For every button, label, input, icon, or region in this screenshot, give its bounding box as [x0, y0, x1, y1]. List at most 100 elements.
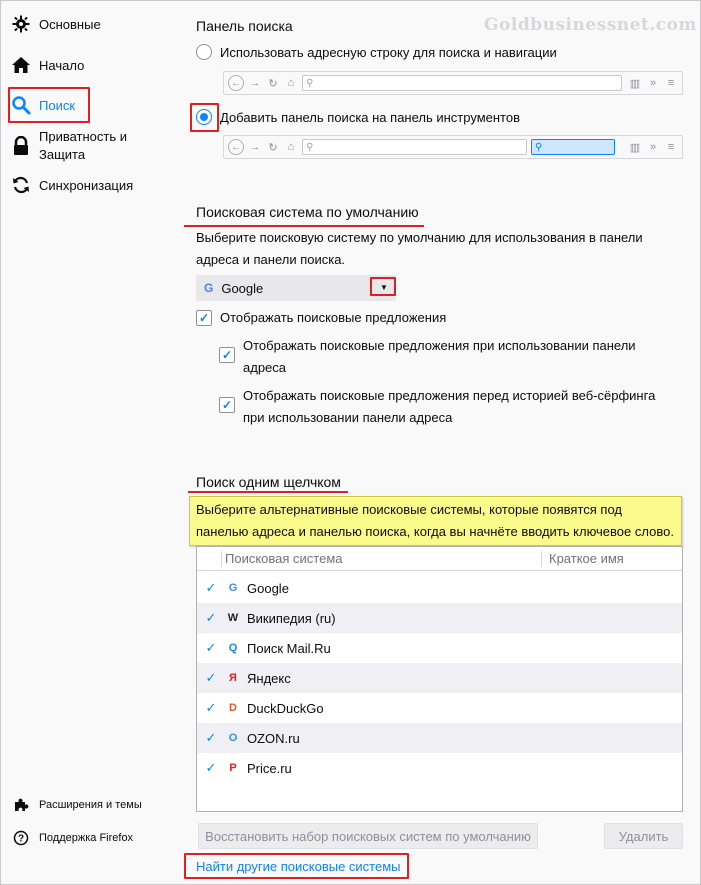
sidebar-item-addons[interactable]: Расширения и темы: [11, 795, 142, 815]
yandex-icon: Я: [229, 672, 237, 684]
reload-icon: ↻: [268, 77, 278, 90]
google-icon: G: [204, 281, 214, 295]
sidebar-item-label: Начало: [39, 57, 85, 73]
radio-option-urlbar[interactable]: Использовать адресную строку для поиска …: [196, 44, 557, 60]
section-title-default-engine: Поисковая система по умолчанию: [196, 204, 419, 220]
engine-name: DuckDuckGo: [247, 700, 324, 716]
radio-label: Использовать адресную строку для поиска …: [220, 44, 557, 60]
section-title-search-bar: Панель поиска: [196, 18, 293, 34]
price-icon: P: [229, 762, 237, 774]
checkbox-suggest-in-urlbar[interactable]: ✓ Отображать поисковые предложения при и…: [219, 335, 659, 379]
sidebar-item-home[interactable]: Начало: [11, 55, 84, 75]
table-row[interactable]: ✓ P Price.ru: [197, 753, 682, 783]
find-more-engines-link[interactable]: Найти другие поисковые системы: [196, 859, 401, 874]
duckduckgo-icon: D: [229, 702, 237, 714]
engine-name: OZON.ru: [247, 730, 300, 746]
sidebar-item-label: Приватность и Защита: [39, 129, 128, 162]
checkmark-icon[interactable]: ✓: [201, 610, 221, 626]
sidebar-item-privacy[interactable]: Приватность и Защита: [11, 128, 149, 164]
urlbar-preview: ⚲: [302, 75, 622, 91]
radio-button-selected[interactable]: [196, 109, 212, 125]
sidebar-item-general[interactable]: Основные: [11, 14, 101, 34]
sidebar-item-support[interactable]: ? Поддержка Firefox: [11, 828, 133, 848]
lock-icon: [11, 136, 31, 156]
checkbox-label: Отображать поисковые предложения перед и…: [243, 388, 656, 425]
sync-icon: [11, 175, 31, 195]
column-header-engine[interactable]: Поисковая система: [225, 551, 541, 566]
checkmark-icon[interactable]: ✓: [201, 580, 221, 596]
sidebar-item-label: Основные: [39, 16, 101, 32]
engine-name: Price.ru: [247, 760, 292, 776]
radio-label: Добавить панель поиска на панель инструм…: [220, 109, 520, 125]
table-row[interactable]: ✓ Q Поиск Mail.Ru: [197, 633, 682, 663]
forward-icon: →: [249, 141, 261, 153]
engine-name: Поиск Mail.Ru: [247, 640, 331, 656]
one-click-engines-table: Поисковая система Краткое имя ✓ G Google ✓ W…: [196, 546, 683, 812]
checkmark-icon[interactable]: ✓: [201, 730, 221, 746]
sidebar-item-sync[interactable]: Синхронизация: [11, 175, 133, 195]
engine-name: Википедия (ru): [247, 610, 336, 626]
overflow-icon: »: [649, 141, 657, 153]
checkbox-checked[interactable]: ✓: [219, 347, 235, 363]
sidebar: Основные Начало Поиск Приватность и Защи…: [1, 1, 179, 885]
watermark: Goldbusinessnet.com: [484, 15, 697, 35]
checkmark-icon[interactable]: ✓: [201, 670, 221, 686]
annotation-underline: [188, 491, 348, 493]
checkbox-checked[interactable]: ✓: [196, 310, 212, 326]
reader-icon: ▥: [629, 77, 641, 90]
search-icon: ⚲: [535, 141, 543, 153]
checkbox-show-suggestions[interactable]: ✓ Отображать поисковые предложения: [196, 307, 446, 329]
checkbox-suggest-before-history[interactable]: ✓ Отображать поисковые предложения перед…: [219, 385, 669, 429]
restore-defaults-button[interactable]: Восстановить набор поисковых систем по у…: [198, 823, 538, 849]
chevron-down-icon[interactable]: ▼: [376, 280, 392, 294]
overflow-icon: »: [649, 77, 657, 89]
back-icon: ←: [228, 139, 244, 155]
sidebar-item-label: Расширения и темы: [39, 799, 142, 811]
selected-engine-label: Google: [221, 280, 264, 296]
search-icon: ⚲: [306, 141, 314, 153]
wikipedia-icon: W: [227, 612, 239, 624]
engine-name: Google: [247, 580, 289, 596]
checkbox-label: Отображать поисковые предложения: [220, 310, 447, 325]
table-row[interactable]: ✓ W Википедия (ru): [197, 603, 682, 633]
checkbox-checked[interactable]: ✓: [219, 397, 235, 413]
remove-button[interactable]: Удалить: [604, 823, 683, 849]
table-row[interactable]: ✓ O OZON.ru: [197, 723, 682, 753]
checkmark-icon[interactable]: ✓: [201, 700, 221, 716]
sidebar-item-label: Поддержка Firefox: [39, 832, 134, 844]
home-icon: ⌂: [287, 141, 295, 153]
searchbar-preview: ⚲: [531, 139, 615, 155]
back-icon: ←: [228, 75, 244, 91]
engine-name: Яндекс: [247, 670, 291, 686]
help-icon: ?: [11, 828, 31, 848]
gear-icon: [11, 14, 31, 34]
table-header: Поисковая система Краткое имя: [197, 547, 682, 571]
default-engine-description: Выберите поисковую систему по умолчанию …: [196, 230, 643, 267]
preferences-window: Основные Начало Поиск Приватность и Защи…: [0, 0, 701, 885]
checkmark-icon[interactable]: ✓: [201, 760, 221, 776]
search-icon: ⚲: [306, 77, 314, 89]
home-icon: [11, 55, 31, 75]
default-engine-select[interactable]: G Google ▼: [196, 275, 396, 301]
search-icon: [11, 95, 31, 115]
radio-option-searchbar[interactable]: Добавить панель поиска на панель инструм…: [196, 109, 520, 125]
table-row[interactable]: ✓ G Google: [197, 573, 682, 603]
checkmark-icon[interactable]: ✓: [201, 640, 221, 656]
radio-button[interactable]: [196, 44, 212, 60]
toolbar-preview-urlbar: ← → ↻ ⌂ ⚲ ▥ » ≡: [223, 71, 683, 95]
urlbar-preview: ⚲: [302, 139, 527, 155]
table-row[interactable]: ✓ D DuckDuckGo: [197, 693, 682, 723]
google-icon: G: [228, 582, 238, 594]
checkbox-label: Отображать поисковые предложения при исп…: [243, 338, 636, 375]
table-row[interactable]: ✓ Я Яндекс: [197, 663, 682, 693]
sidebar-item-label: Синхронизация: [39, 177, 134, 193]
toolbar-preview-searchbar: ← → ↻ ⌂ ⚲ ⚲ ▥ » ≡: [223, 135, 683, 159]
puzzle-icon: [11, 795, 31, 815]
reload-icon: ↻: [268, 141, 278, 154]
column-header-keyword[interactable]: Краткое имя: [541, 551, 624, 566]
home-icon: ⌂: [287, 77, 295, 89]
sidebar-item-search[interactable]: Поиск: [11, 95, 75, 115]
section-title-one-click: Поиск одним щелчком: [196, 474, 341, 490]
menu-icon: ≡: [667, 141, 675, 153]
one-click-description: Выберите альтернативные поисковые систем…: [189, 496, 682, 546]
